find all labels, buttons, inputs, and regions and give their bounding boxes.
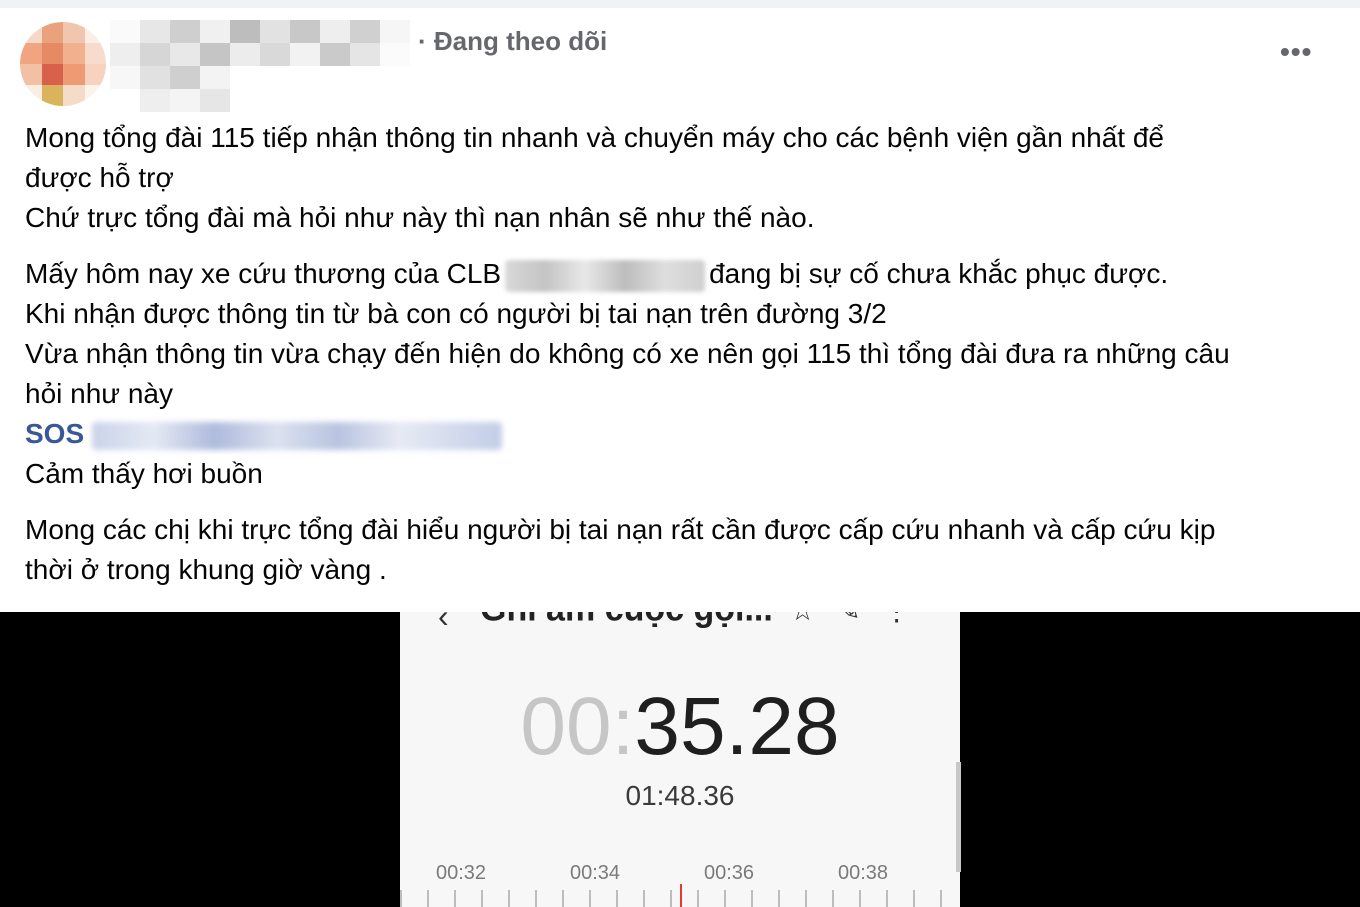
total-duration: 01:48.36 bbox=[625, 780, 735, 811]
top-divider bbox=[0, 0, 1360, 8]
back-arrow-icon: ‹ bbox=[438, 612, 449, 634]
playhead-marker bbox=[680, 884, 682, 907]
more-options-icon[interactable]: ••• bbox=[1280, 36, 1320, 72]
paragraph-1: Mong tổng đài 115 tiếp nhận thông tin nh… bbox=[25, 118, 1345, 238]
tick-label: 00:32 bbox=[436, 862, 487, 884]
timer-minutes: 00: bbox=[520, 681, 635, 772]
text-fragment: Mấy hôm nay xe cứu thương của CLB bbox=[25, 258, 502, 289]
blurred-club-name bbox=[505, 259, 706, 292]
phone-screenshot: ‹ Ghi âm cuộc gọi... ☆✎⋮ 00:35.28 01:48.… bbox=[400, 612, 960, 907]
tick-label: 00:38 bbox=[838, 862, 889, 884]
blurred-link-text[interactable] bbox=[92, 421, 503, 450]
text-line: thời ở trong khung giờ vàng . bbox=[25, 554, 387, 585]
text-line: Mong tổng đài 115 tiếp nhận thông tin nh… bbox=[25, 122, 1164, 153]
text-line: Chứ trực tổng đài mà hỏi như này thì nạn… bbox=[25, 202, 815, 233]
sos-label[interactable]: SOS bbox=[25, 418, 84, 449]
sos-hashtag-link[interactable]: SOS bbox=[25, 414, 1345, 454]
post-image[interactable]: ‹ Ghi âm cuộc gọi... ☆✎⋮ 00:35.28 01:48.… bbox=[0, 612, 1360, 907]
text-line: Khi nhận được thông tin từ bà con có ngư… bbox=[25, 298, 887, 329]
paragraph-2: Mấy hôm nay xe cứu thương của CLB đang bị… bbox=[25, 254, 1345, 494]
text-line: Cảm thấy hơi buồn bbox=[25, 458, 263, 489]
elapsed-timer: 00:35.28 bbox=[400, 682, 960, 772]
author-name-blurred[interactable] bbox=[110, 20, 410, 112]
timer-seconds: 35.28 bbox=[634, 681, 840, 772]
tick-label: 00:34 bbox=[570, 862, 621, 884]
tick-label: 00:36 bbox=[704, 862, 755, 884]
text-fragment: đang bị sự cố chưa khắc phục được. bbox=[709, 258, 1169, 289]
phone-edge bbox=[956, 762, 961, 872]
text-line: Mong các chị khi trực tổng đài hiểu ngườ… bbox=[25, 514, 1216, 545]
avatar[interactable] bbox=[20, 22, 106, 106]
post-header: · Đang theo dõi ••• bbox=[0, 8, 1360, 112]
post-text: Mong tổng đài 115 tiếp nhận thông tin nh… bbox=[25, 118, 1345, 606]
text-line: Vừa nhận thông tin vừa chạy đến hiện do … bbox=[25, 338, 1230, 369]
text-line: được hỗ trợ bbox=[25, 162, 174, 193]
text-line: Mấy hôm nay xe cứu thương của CLB đang bị… bbox=[25, 254, 1345, 294]
follow-status[interactable]: · Đang theo dõi bbox=[418, 26, 607, 57]
paragraph-3: Mong các chị khi trực tổng đài hiểu ngườ… bbox=[25, 510, 1345, 590]
recording-title: Ghi âm cuộc gọi... bbox=[480, 612, 773, 630]
text-line: hỏi như này bbox=[25, 378, 173, 409]
star-edit-more-icons: ☆✎⋮ bbox=[790, 612, 933, 627]
